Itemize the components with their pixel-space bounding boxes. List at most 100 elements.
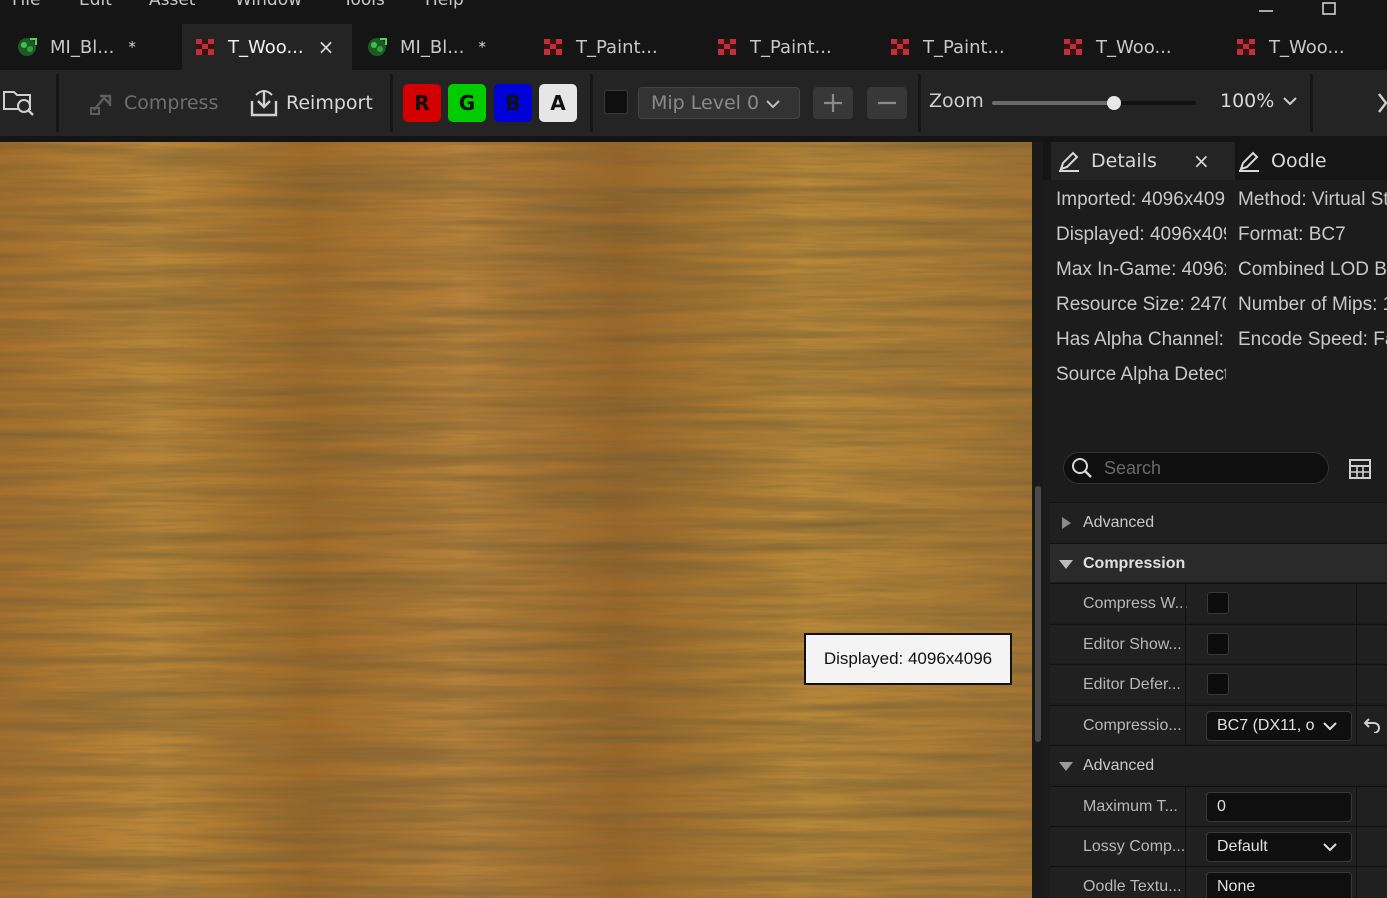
blue-channel-toggle[interactable]: B	[494, 84, 532, 122]
viewport-scrollbar[interactable]	[1032, 142, 1043, 898]
details-pencil-icon	[1059, 151, 1079, 172]
property-matrix-icon[interactable]	[1349, 458, 1371, 480]
oodle-texture-input[interactable]: None	[1206, 872, 1352, 898]
column-divider	[1356, 706, 1357, 745]
column-divider	[1185, 787, 1186, 826]
tab-t-woo-active[interactable]: T_Woo... ×	[182, 24, 352, 70]
tab-details[interactable]: Details ×	[1051, 142, 1235, 180]
editor-defer-checkbox[interactable]	[1207, 673, 1229, 695]
compress-button[interactable]: Compress	[88, 86, 218, 120]
menu-file[interactable]: File	[12, 0, 40, 10]
tab-oodle[interactable]: Oodle	[1237, 142, 1387, 180]
chevron-down-icon	[1323, 722, 1337, 731]
toolbar: Compress Reimport R G B A Mip Level 0 Zo…	[0, 70, 1387, 136]
overflow-chevron-icon[interactable]	[1378, 92, 1387, 114]
tab-mi-bl-1[interactable]: MI_Bl... *	[16, 24, 176, 70]
tab-t-woo-2[interactable]: T_Woo...	[1062, 24, 1222, 70]
column-divider	[1356, 584, 1357, 623]
chevron-down-icon	[766, 100, 780, 109]
zoom-dropdown[interactable]: 100%	[1220, 90, 1298, 112]
menu-tools[interactable]: Tools	[343, 0, 385, 10]
zoom-slider[interactable]	[992, 96, 1196, 110]
minus-icon	[878, 101, 896, 105]
find-in-browser-button[interactable]	[2, 84, 36, 118]
mip-level-checkbox[interactable]	[604, 90, 628, 114]
search-icon	[1072, 458, 1092, 478]
toolbar-separator	[390, 74, 393, 132]
texture-icon	[718, 39, 736, 55]
info-resource-size: Resource Size: 24704 KB	[1056, 294, 1226, 315]
maximize-icon	[1322, 2, 1336, 15]
collapse-arrow-down-icon	[1059, 560, 1073, 569]
info-displayed: Displayed: 4096x4096	[1056, 224, 1226, 245]
toolbar-separator	[56, 74, 59, 132]
tab-t-woo-3[interactable]: T_Woo...	[1235, 24, 1387, 70]
info-imported: Imported: 4096x4096	[1056, 189, 1226, 210]
green-channel-toggle[interactable]: G	[448, 84, 486, 122]
column-divider	[1185, 827, 1186, 866]
reimport-icon	[250, 90, 278, 117]
menu-edit[interactable]: Edit	[79, 0, 112, 10]
menu-window[interactable]: Window	[235, 0, 302, 10]
editor-show-checkbox[interactable]	[1207, 633, 1229, 655]
search-input[interactable]	[1102, 456, 1306, 480]
menu-asset[interactable]: Asset	[149, 0, 195, 10]
reset-to-default-icon[interactable]	[1363, 717, 1381, 733]
section-compression[interactable]: Compression	[1050, 543, 1387, 582]
property-compress-without-alpha: Compress W...	[1050, 583, 1387, 623]
panel-tab-bar: Details × Oodle	[1043, 142, 1387, 180]
expand-arrow-right-icon	[1062, 517, 1071, 529]
property-editor-show: Editor Show...	[1050, 624, 1387, 664]
close-tab-icon[interactable]: ×	[318, 35, 335, 59]
texture-icon	[891, 39, 909, 55]
property-maximum-texture-size: Maximum T... 0	[1050, 786, 1387, 826]
material-instance-icon	[368, 38, 387, 56]
texture-icon	[196, 39, 214, 55]
details-search[interactable]	[1063, 452, 1329, 484]
menu-help[interactable]: Help	[425, 0, 464, 10]
maximize-button[interactable]	[1309, 0, 1349, 18]
scrollbar-thumb[interactable]	[1035, 486, 1041, 742]
info-format: Format: BC7	[1238, 224, 1346, 245]
mip-decrease-button[interactable]	[867, 87, 907, 119]
column-divider	[1185, 625, 1186, 664]
zoom-slider-handle[interactable]	[1107, 96, 1122, 110]
tab-t-paint-1[interactable]: T_Paint...	[542, 24, 702, 70]
info-has-alpha: Has Alpha Channel: False	[1056, 329, 1226, 350]
mip-increase-button[interactable]	[813, 87, 853, 119]
tab-t-paint-2[interactable]: T_Paint...	[716, 24, 876, 70]
document-tab-bar: MI_Bl... * T_Woo... × MI_Bl... * T_Paint…	[0, 18, 1387, 70]
chevron-down-icon	[1323, 843, 1337, 852]
minimize-button[interactable]	[1246, 0, 1286, 18]
section-advanced-top[interactable]: Advanced	[1050, 502, 1387, 541]
browse-folder-icon	[3, 91, 34, 116]
toolbar-separator	[1310, 74, 1313, 132]
alpha-channel-toggle[interactable]: A	[539, 84, 577, 122]
section-advanced-sub[interactable]: Advanced	[1050, 745, 1387, 784]
texture-icon	[1064, 39, 1082, 55]
column-divider	[1356, 787, 1357, 826]
mip-level-dropdown[interactable]: Mip Level 0	[638, 87, 800, 119]
texture-icon	[1237, 39, 1255, 55]
compress-icon	[90, 94, 112, 115]
red-channel-toggle[interactable]: R	[403, 84, 441, 122]
info-lod-bias: Combined LOD Bias: 0	[1238, 259, 1387, 280]
compression-settings-dropdown[interactable]: BC7 (DX11, o	[1206, 711, 1352, 741]
compress-without-alpha-checkbox[interactable]	[1207, 592, 1229, 614]
info-method: Method: Virtual Streamed	[1238, 189, 1387, 210]
maximum-texture-size-input[interactable]: 0	[1206, 792, 1352, 822]
tab-t-paint-3[interactable]: T_Paint...	[889, 24, 1049, 70]
zoom-label: Zoom	[929, 90, 984, 112]
info-num-mips: Number of Mips: 13	[1238, 294, 1387, 315]
menu-bar: File Edit Asset Window Tools Help	[0, 0, 1387, 18]
lossy-compression-dropdown[interactable]: Default	[1206, 832, 1352, 862]
tab-mi-bl-2[interactable]: MI_Bl... *	[366, 24, 526, 70]
minimize-icon	[1259, 10, 1273, 12]
close-details-tab-icon[interactable]: ×	[1193, 149, 1210, 173]
collapse-arrow-down-icon	[1059, 762, 1073, 771]
property-compression-settings: Compressio... BC7 (DX11, o	[1050, 705, 1387, 745]
texture-viewport[interactable]: Displayed: 4096x4096	[0, 142, 1032, 898]
reimport-button[interactable]: Reimport	[248, 86, 373, 120]
column-divider	[1185, 867, 1186, 898]
material-instance-icon	[18, 38, 37, 56]
